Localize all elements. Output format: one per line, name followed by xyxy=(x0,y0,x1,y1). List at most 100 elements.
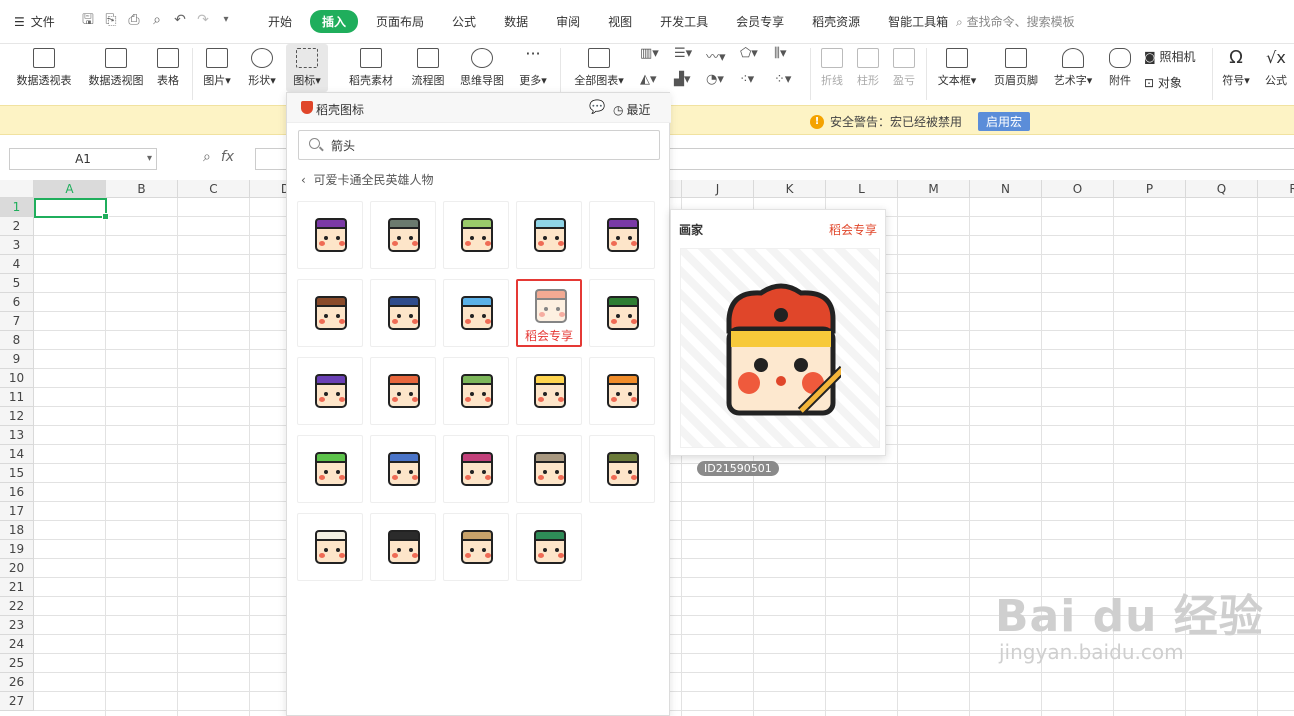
formula-button[interactable]: √x 公式 xyxy=(1260,44,1292,88)
tab-4[interactable]: 数据 xyxy=(494,10,538,33)
row-header[interactable]: 20 xyxy=(0,559,34,578)
pivot-table-button[interactable]: 数据透视表 xyxy=(12,44,76,88)
tab-9[interactable]: 稻壳资源 xyxy=(802,10,870,33)
column-header[interactable]: A xyxy=(34,180,106,198)
icon-tile[interactable] xyxy=(516,357,582,425)
more-button[interactable]: ··· 更多▾ xyxy=(514,44,552,88)
icon-tile[interactable] xyxy=(516,513,582,581)
scatter-chart-icon[interactable]: ⁖▾ xyxy=(740,72,754,87)
icon-tile[interactable] xyxy=(297,201,363,269)
column-header[interactable]: L xyxy=(826,180,898,198)
column-header[interactable]: J xyxy=(682,180,754,198)
wordart-button[interactable]: 艺术字▾ xyxy=(1048,44,1098,88)
tab-3[interactable]: 公式 xyxy=(442,10,486,33)
fx-icon[interactable]: fx xyxy=(221,149,234,165)
icon-tile[interactable] xyxy=(370,201,436,269)
row-header[interactable]: 19 xyxy=(0,540,34,559)
row-header[interactable]: 9 xyxy=(0,350,34,369)
icon-tile[interactable] xyxy=(297,357,363,425)
icon-tile[interactable] xyxy=(443,513,509,581)
table-button[interactable]: 表格 xyxy=(152,44,184,88)
print-icon[interactable]: ⎙ xyxy=(126,12,142,28)
all-charts-button[interactable]: 全部图表▾ xyxy=(568,44,630,88)
column-header[interactable]: Q xyxy=(1186,180,1258,198)
column-chart-icon[interactable]: ▥▾ xyxy=(640,46,659,61)
icon-button[interactable]: 图标▾ xyxy=(286,44,328,92)
row-header[interactable]: 3 xyxy=(0,236,34,255)
selected-cell[interactable] xyxy=(34,198,109,220)
mindmap-button[interactable]: 思维导图 xyxy=(456,44,508,88)
row-header[interactable]: 24 xyxy=(0,635,34,654)
icon-tile[interactable] xyxy=(516,435,582,503)
row-header[interactable]: 4 xyxy=(0,255,34,274)
column-header[interactable]: C xyxy=(178,180,250,198)
row-header[interactable]: 5 xyxy=(0,274,34,293)
icon-tile[interactable] xyxy=(589,357,655,425)
column-header[interactable]: B xyxy=(106,180,178,198)
tab-7[interactable]: 开发工具 xyxy=(650,10,718,33)
icon-tile[interactable] xyxy=(297,279,363,347)
row-header[interactable]: 16 xyxy=(0,483,34,502)
file-menu[interactable]: ☰ 文件 xyxy=(14,13,55,30)
export-pdf-icon[interactable]: ⎘ xyxy=(103,12,119,28)
recent-button[interactable]: ◷ 最近 xyxy=(613,101,651,118)
column-header[interactable]: R xyxy=(1258,180,1294,198)
textbox-button[interactable]: 文本框▾ xyxy=(932,44,982,88)
stock-chart-icon[interactable]: ⫼▾ xyxy=(774,46,787,61)
area-chart-icon[interactable]: ◭▾ xyxy=(640,72,657,87)
row-header[interactable]: 17 xyxy=(0,502,34,521)
icon-tile[interactable] xyxy=(297,435,363,503)
column-header[interactable]: N xyxy=(970,180,1042,198)
icon-tile[interactable] xyxy=(443,357,509,425)
sparkline-column-button[interactable]: 柱形 xyxy=(852,44,884,88)
row-header[interactable]: 15 xyxy=(0,464,34,483)
enable-macro-button[interactable]: 启用宏 xyxy=(978,112,1031,131)
column-header[interactable]: M xyxy=(898,180,970,198)
tab-10[interactable]: 智能工具箱 xyxy=(878,10,958,33)
header-footer-button[interactable]: 页眉页脚 xyxy=(990,44,1042,88)
icon-tile[interactable] xyxy=(443,435,509,503)
row-header[interactable]: 7 xyxy=(0,312,34,331)
undo-icon[interactable]: ↶ xyxy=(172,12,188,28)
column-header[interactable]: P xyxy=(1114,180,1186,198)
icon-search[interactable] xyxy=(298,130,660,160)
sparkline-winloss-button[interactable]: 盈亏 xyxy=(888,44,920,88)
row-header[interactable]: 25 xyxy=(0,654,34,673)
icon-search-input[interactable] xyxy=(331,136,631,154)
row-header[interactable]: 18 xyxy=(0,521,34,540)
row-header[interactable]: 10 xyxy=(0,369,34,388)
symbol-button[interactable]: Ω 符号▾ xyxy=(1218,44,1254,88)
camera-button[interactable]: ◙ 照相机 xyxy=(1144,48,1196,65)
attachment-button[interactable]: 附件 xyxy=(1104,44,1136,88)
customize-dropdown-icon[interactable]: ▾ xyxy=(218,12,234,28)
shape-button[interactable]: 形状▾ xyxy=(242,44,282,88)
icon-tile[interactable] xyxy=(443,279,509,347)
row-header[interactable]: 11 xyxy=(0,388,34,407)
row-header[interactable]: 14 xyxy=(0,445,34,464)
icon-tile[interactable] xyxy=(589,435,655,503)
icon-tile[interactable] xyxy=(589,201,655,269)
row-header[interactable]: 1 xyxy=(0,198,34,217)
print-preview-icon[interactable]: ⌕ xyxy=(149,12,165,28)
row-header[interactable]: 13 xyxy=(0,426,34,445)
command-search[interactable]: ⌕ 查找命令、搜索模板 xyxy=(956,13,1075,30)
icon-tile[interactable] xyxy=(370,357,436,425)
row-header[interactable]: 26 xyxy=(0,673,34,692)
line-chart-icon[interactable]: 〰▾ xyxy=(706,46,726,65)
row-header[interactable]: 8 xyxy=(0,331,34,350)
row-header[interactable]: 23 xyxy=(0,616,34,635)
combo-chart-icon[interactable]: ▟▾ xyxy=(674,72,691,87)
save-icon[interactable]: 🖫 xyxy=(80,12,96,28)
radar-chart-icon[interactable]: ⬠▾ xyxy=(740,46,758,61)
tab-8[interactable]: 会员专享 xyxy=(726,10,794,33)
tab-0[interactable]: 开始 xyxy=(258,10,302,33)
docer-material-button[interactable]: 稻壳素材 xyxy=(344,44,398,88)
pie-chart-icon[interactable]: ◔▾ xyxy=(706,72,724,87)
row-header[interactable]: 21 xyxy=(0,578,34,597)
object-button[interactable]: ⊡ 对象 xyxy=(1144,74,1182,91)
row-header[interactable]: 2 xyxy=(0,217,34,236)
picture-button[interactable]: 图片▾ xyxy=(198,44,236,88)
icon-tile[interactable] xyxy=(297,513,363,581)
row-header[interactable]: 22 xyxy=(0,597,34,616)
row-header[interactable]: 6 xyxy=(0,293,34,312)
